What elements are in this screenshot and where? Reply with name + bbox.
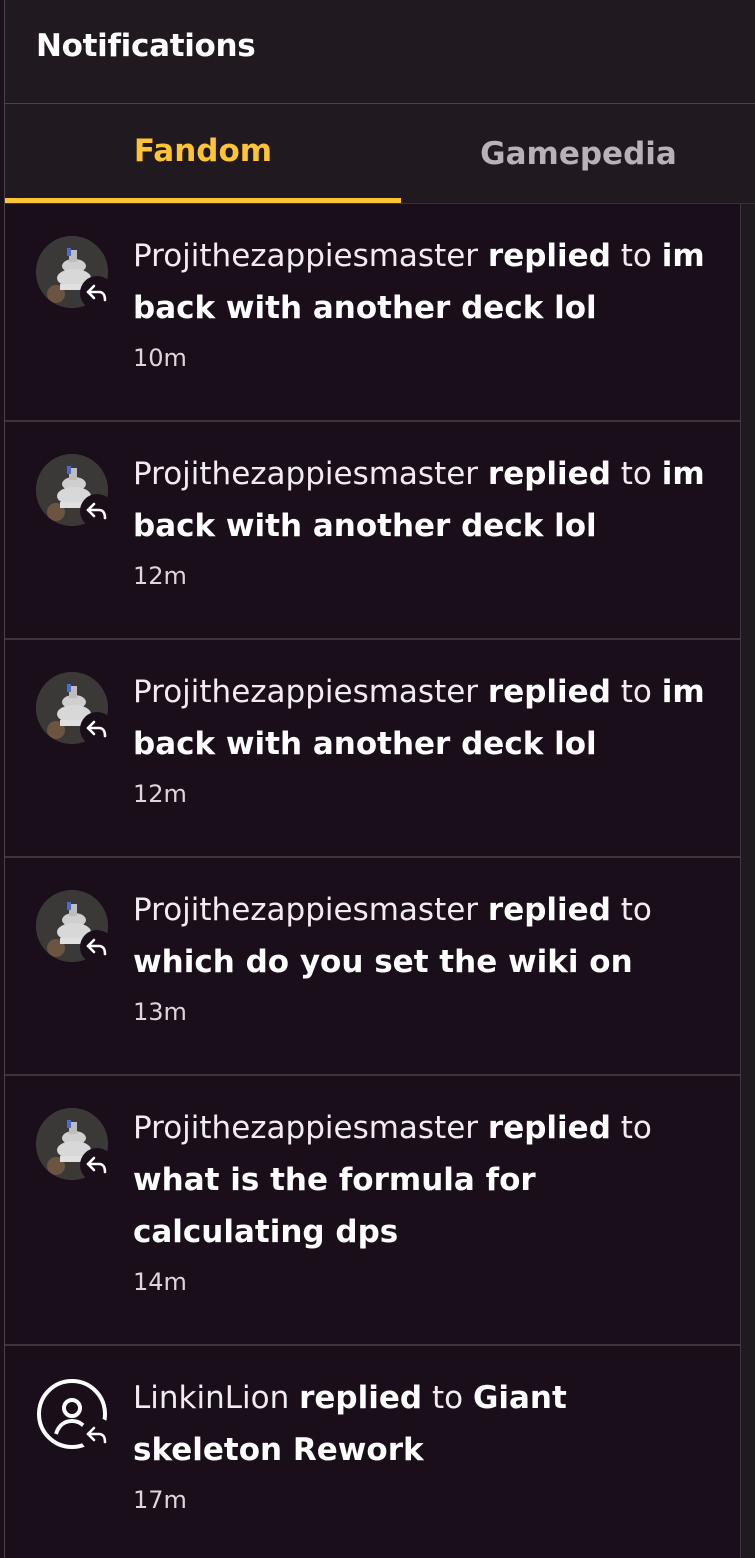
notification-time: 12m xyxy=(133,780,187,808)
notification-user[interactable]: Projithezappiesmaster xyxy=(133,456,478,492)
avatar xyxy=(36,1378,114,1456)
notification-user[interactable]: Projithezappiesmaster xyxy=(133,674,478,710)
notification-user[interactable]: Projithezappiesmaster xyxy=(133,892,478,928)
notification-time: 17m xyxy=(133,1486,187,1514)
notification-prep: to xyxy=(431,1380,464,1416)
avatar xyxy=(36,890,114,968)
notification-item[interactable]: Projithezappiesmaster replied to what is… xyxy=(5,1076,741,1346)
notification-text: Projithezappiesmaster replied to what is… xyxy=(133,1102,721,1258)
notification-time: 10m xyxy=(133,344,187,372)
tab-gamepedia[interactable]: Gamepedia xyxy=(401,104,755,203)
avatar xyxy=(36,236,114,314)
reply-icon xyxy=(80,712,114,746)
notification-action: replied xyxy=(487,238,611,274)
notification-user[interactable]: Projithezappiesmaster xyxy=(133,1110,478,1146)
notification-text: Projithezappiesmaster replied to im back… xyxy=(133,666,721,770)
notification-action: replied xyxy=(299,1380,423,1416)
avatar xyxy=(36,454,114,532)
page-title: Notifications xyxy=(36,28,256,64)
notification-time: 12m xyxy=(133,562,187,590)
notifications-header: Notifications xyxy=(5,0,755,104)
notification-action: replied xyxy=(487,1110,611,1146)
notification-item[interactable]: Projithezappiesmaster replied to which d… xyxy=(5,858,741,1076)
notification-text: Projithezappiesmaster replied to which d… xyxy=(133,884,721,988)
tab-fandom[interactable]: Fandom xyxy=(5,104,401,203)
reply-icon xyxy=(80,494,114,528)
notification-text: Projithezappiesmaster replied to im back… xyxy=(133,230,721,334)
notification-item[interactable]: Projithezappiesmaster replied to im back… xyxy=(5,204,741,422)
notification-action: replied xyxy=(487,892,611,928)
reply-icon xyxy=(80,1148,114,1182)
notification-text: LinkinLion replied to Giant skeleton Rew… xyxy=(133,1372,721,1476)
reply-icon xyxy=(80,1418,114,1452)
reply-icon xyxy=(80,930,114,964)
notification-item[interactable]: LinkinLion replied to Giant skeleton Rew… xyxy=(5,1346,741,1558)
notification-action: replied xyxy=(487,674,611,710)
notification-text: Projithezappiesmaster replied to im back… xyxy=(133,448,721,552)
avatar xyxy=(36,672,114,750)
notification-user[interactable]: LinkinLion xyxy=(133,1380,289,1416)
scrollbar[interactable] xyxy=(740,204,755,1558)
avatar xyxy=(36,1108,114,1186)
reply-icon xyxy=(80,276,114,310)
notification-item[interactable]: Projithezappiesmaster replied to im back… xyxy=(5,640,741,858)
notification-user[interactable]: Projithezappiesmaster xyxy=(133,238,478,274)
notification-thread[interactable]: which do you set the wiki on xyxy=(133,944,633,980)
notification-prep: to xyxy=(620,1110,652,1146)
notification-item[interactable]: Projithezappiesmaster replied to im back… xyxy=(5,422,741,640)
notification-time: 14m xyxy=(133,1268,187,1296)
notification-time: 13m xyxy=(133,998,187,1026)
notification-prep: to xyxy=(620,892,652,928)
notifications-panel: Notifications Fandom Gamepedia Projithez… xyxy=(4,0,755,1558)
notification-action: replied xyxy=(487,456,611,492)
notification-tabs: Fandom Gamepedia xyxy=(5,104,755,204)
notification-list: Projithezappiesmaster replied to im back… xyxy=(5,204,741,1558)
notification-prep: to xyxy=(620,238,652,274)
notification-thread[interactable]: what is the formula for calculating dps xyxy=(133,1162,536,1250)
notification-prep: to xyxy=(620,674,652,710)
notification-prep: to xyxy=(620,456,652,492)
